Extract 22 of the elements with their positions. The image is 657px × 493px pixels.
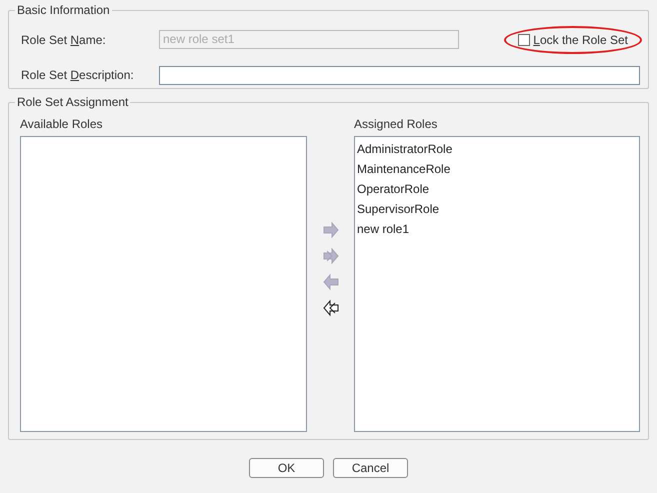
field-label: Role Set Description:: [21, 68, 135, 82]
list-item[interactable]: OperatorRole: [357, 179, 637, 199]
move-button[interactable]: [322, 299, 340, 317]
assigned-roles-list[interactable]: AdministratorRole MaintenanceRole OperatorRole SupervisorRole new role1: [354, 136, 640, 432]
list-item[interactable]: AdministratorRole: [357, 139, 637, 159]
list-title: Available Roles: [20, 117, 104, 131]
checkbox[interactable]: [518, 34, 530, 46]
list-item[interactable]: SupervisorRole: [357, 199, 637, 219]
left-arrow-icon: [322, 299, 340, 317]
role-set-description-field[interactable]: [159, 66, 640, 84]
checkbox-label: Lock the Role Set: [533, 32, 628, 46]
list-title: Assigned Roles: [354, 117, 438, 131]
group-title: Role Set Assignment: [15, 95, 130, 109]
field-label: Role Set Name:: [21, 32, 107, 46]
group-title: Basic Information: [15, 3, 112, 17]
dialog-button[interactable]: OK: [249, 458, 324, 478]
right-arrow-icon: [322, 247, 340, 265]
right-arrow-icon: [322, 221, 340, 239]
list-item[interactable]: MaintenanceRole: [357, 159, 637, 179]
left-arrow-icon: [322, 273, 340, 291]
dialog-button[interactable]: Cancel: [333, 458, 408, 478]
list-item[interactable]: new role1: [357, 219, 637, 239]
